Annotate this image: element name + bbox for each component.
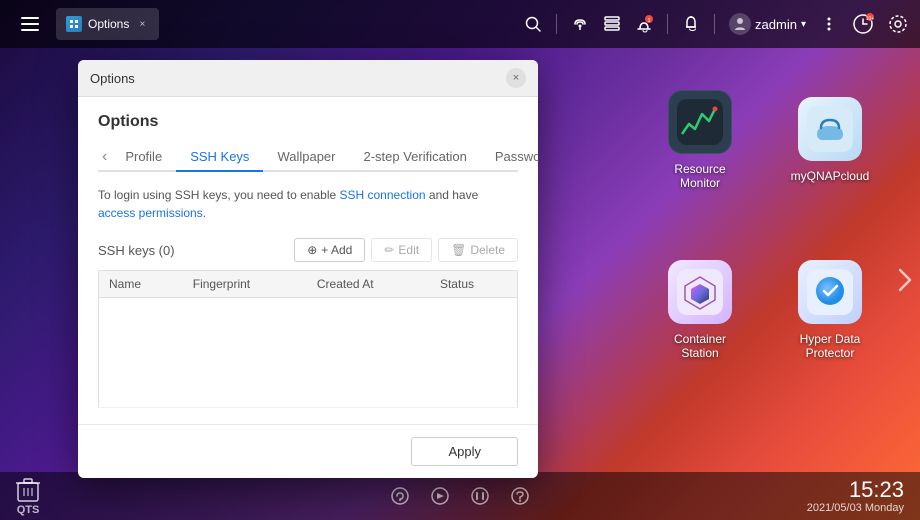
bottom-icon-3[interactable] (470, 486, 490, 506)
settings-icon[interactable] (888, 14, 908, 34)
myqnapcloud-label: myQNAPcloud (791, 169, 870, 183)
hyper-data-protector-app-icon (798, 260, 862, 324)
hamburger-menu-button[interactable] (12, 6, 48, 42)
edit-icon: ✏ (384, 243, 394, 257)
layers-icon[interactable] (603, 15, 621, 33)
access-permissions-link[interactable]: access permissions (98, 206, 203, 220)
window-title: Options (90, 71, 135, 86)
bottom-icon-2[interactable] (430, 486, 450, 506)
desktop-icon-container-station[interactable]: Container Station (640, 230, 760, 390)
table-empty-row (99, 298, 518, 408)
tab-password-settings[interactable]: Password Settings (481, 143, 538, 172)
tab-nav-left[interactable]: ‹ (98, 144, 111, 170)
resource-monitor-app-icon (668, 90, 732, 154)
user-menu[interactable]: zadmin ▾ (729, 13, 806, 35)
desktop-icon-resource-monitor[interactable]: Resource Monitor (640, 60, 760, 220)
ssh-keys-actions: ⊕ + Add ✏ Edit 🗑 Delete (294, 238, 518, 262)
container-station-app-icon (668, 260, 732, 324)
desktop-icon-myqnapcloud[interactable]: myQNAPcloud (770, 60, 890, 220)
resource-monitor-label: Resource Monitor (674, 162, 725, 190)
divider (556, 14, 557, 34)
ssh-connection-link[interactable]: SSH connection (340, 188, 426, 202)
active-app-name: Options (88, 17, 129, 31)
tab-profile[interactable]: Profile (111, 143, 176, 172)
taskbar: Options × (0, 0, 920, 48)
more-options-icon[interactable] (820, 15, 838, 33)
svg-text:1: 1 (648, 18, 651, 24)
container-station-label: Container Station (674, 332, 726, 360)
user-avatar (729, 13, 751, 35)
add-icon: ⊕ (307, 243, 317, 257)
ssh-info-text: To login using SSH keys, you need to ena… (98, 186, 518, 222)
options-window: Options × Options ‹ Profile SSH Keys Wal… (78, 60, 538, 478)
myqnapcloud-app-icon (798, 97, 862, 161)
apply-button[interactable]: Apply (411, 437, 518, 466)
table-col-status: Status (430, 271, 518, 298)
divider-2 (667, 14, 668, 34)
delete-ssh-key-button[interactable]: 🗑 Delete (438, 238, 518, 262)
user-name: zadmin (755, 17, 797, 32)
window-content: Options ‹ Profile SSH Keys Wallpaper 2-s… (78, 97, 538, 424)
window-close-button[interactable]: × (506, 68, 526, 88)
ssh-keys-count: SSH keys (0) (98, 243, 175, 258)
notification-icon[interactable]: 1 (635, 15, 653, 33)
table-col-name: Name (99, 271, 183, 298)
window-titlebar: Options × (78, 60, 538, 97)
tab-2step-verification[interactable]: 2-step Verification (349, 143, 480, 172)
hyper-data-protector-label: Hyper Data Protector (800, 332, 861, 360)
trash-icon (16, 477, 40, 503)
active-app-tab[interactable]: Options × (56, 8, 159, 40)
window-footer: Apply (78, 424, 538, 478)
table-col-created-at: Created At (307, 271, 430, 298)
divider-3 (714, 14, 715, 34)
svg-text:10+: 10+ (866, 16, 874, 22)
close-tab-button[interactable]: × (135, 17, 149, 31)
clock-date: 15:23 2021/05/03 Monday (807, 478, 904, 514)
window-header: Options (98, 113, 518, 131)
bottom-bar: QTS (0, 472, 920, 520)
clock-update-icon[interactable]: 10+ (852, 13, 874, 35)
delete-icon: 🗑 (451, 243, 466, 257)
tab-wallpaper[interactable]: Wallpaper (263, 143, 349, 172)
edit-ssh-key-button[interactable]: ✏ Edit (371, 238, 432, 262)
options-tabs: ‹ Profile SSH Keys Wallpaper 2-step Veri… (98, 143, 518, 172)
bell-icon[interactable] (682, 15, 700, 33)
date-display: 2021/05/03 Monday (807, 502, 904, 514)
user-dropdown-icon: ▾ (801, 19, 806, 30)
search-icon[interactable] (524, 15, 542, 33)
qts-logo[interactable]: QTS (16, 477, 40, 516)
desktop-icon-grid: Resource Monitor myQNAPcloud (640, 60, 890, 390)
bottom-icon-4[interactable] (510, 486, 530, 506)
desktop-icon-hyper-data-protector[interactable]: Hyper Data Protector (770, 230, 890, 390)
add-ssh-key-button[interactable]: ⊕ + Add (294, 238, 365, 262)
ssh-keys-header: SSH keys (0) ⊕ + Add ✏ Edit 🗑 Delete (98, 238, 518, 262)
broadcast-icon[interactable] (571, 15, 589, 33)
desktop-nav-right-arrow[interactable] (896, 266, 912, 294)
tab-ssh-keys[interactable]: SSH Keys (176, 143, 263, 172)
time-display: 15:23 (807, 478, 904, 502)
qts-label: QTS (17, 504, 40, 516)
bottom-center-icons (390, 486, 530, 506)
table-col-fingerprint: Fingerprint (183, 271, 307, 298)
ssh-keys-table: Name Fingerprint Created At Status (98, 270, 518, 408)
bottom-icon-1[interactable] (390, 486, 410, 506)
app-tab-icon (66, 16, 82, 32)
table-header-row: Name Fingerprint Created At Status (99, 271, 518, 298)
